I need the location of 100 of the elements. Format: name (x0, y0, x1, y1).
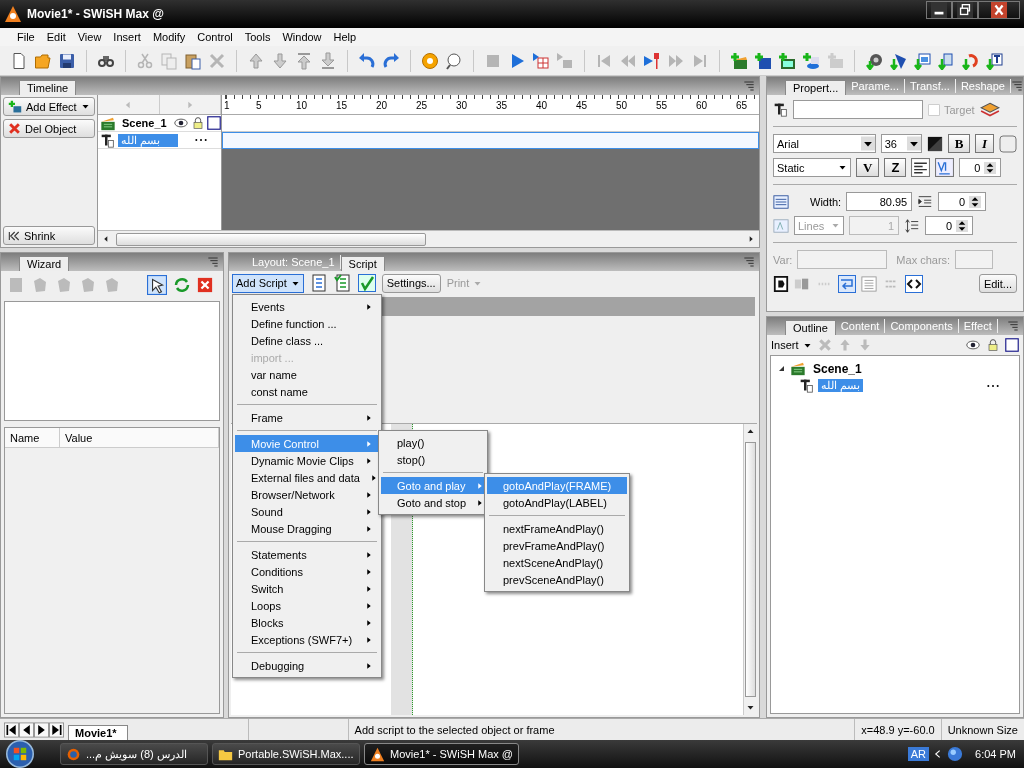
arrow-up-icon[interactable] (746, 427, 755, 436)
script-list-icon[interactable] (309, 274, 328, 292)
add-script-dropdown[interactable]: Add Script (232, 273, 304, 293)
square-icon[interactable] (207, 116, 221, 130)
arrow-top-icon[interactable] (295, 51, 313, 70)
add-scene-icon[interactable] (730, 51, 748, 70)
menu-item[interactable]: nextSceneAndPlay() (487, 554, 627, 571)
menu-item[interactable]: Exceptions (SWF7+) (235, 631, 379, 648)
menu-item[interactable]: Control (192, 31, 238, 43)
import-animation-icon[interactable] (937, 51, 955, 70)
add-button-icon[interactable] (802, 51, 820, 70)
edit-button[interactable]: Edit... (978, 274, 1017, 293)
tree-item[interactable]: Scene_1 (810, 361, 865, 376)
menu-item[interactable]: Insert (108, 31, 146, 43)
save-icon[interactable] (58, 51, 76, 70)
layer-name[interactable]: Scene_1 (119, 117, 170, 129)
lock-icon[interactable] (192, 116, 204, 130)
menu-item[interactable]: File (12, 31, 40, 43)
width-icon[interactable] (773, 193, 789, 210)
z-button[interactable]: Z (884, 158, 907, 177)
panel-menu-icon[interactable] (1010, 80, 1023, 92)
v-button[interactable]: V (856, 158, 880, 177)
menu-item[interactable]: Switch (235, 580, 379, 597)
menu-item[interactable]: Sound (235, 503, 379, 520)
align-left-icon[interactable] (911, 158, 931, 177)
play-marker-icon[interactable] (643, 51, 661, 70)
bold-button[interactable]: B (947, 134, 970, 153)
panel-menu-icon[interactable] (743, 256, 755, 268)
menu-item[interactable]: Frame (235, 409, 379, 426)
menu-item[interactable]: Help (328, 31, 362, 43)
max-chars-field[interactable] (955, 250, 994, 269)
menu-item[interactable]: Browser/Network (235, 486, 379, 503)
import-video-icon[interactable] (889, 51, 907, 70)
menu-item[interactable]: var name (235, 366, 379, 383)
paste-icon[interactable] (184, 51, 202, 70)
scene-tab[interactable]: Movie1* (68, 725, 128, 740)
menu-item[interactable]: Goto and stop (381, 494, 485, 511)
panel-menu-icon[interactable] (1007, 320, 1019, 332)
add-effect-button[interactable]: Add Effect (3, 97, 95, 116)
expanded-triangle-icon[interactable] (777, 364, 786, 373)
menu-item[interactable]: Edit (41, 31, 71, 43)
settings-button[interactable]: Settings... (381, 273, 441, 293)
kerning-spinner[interactable]: 0 (959, 158, 1002, 177)
menu-item[interactable]: play() (381, 434, 485, 451)
refresh-icon[interactable] (173, 276, 191, 294)
menu-item[interactable]: External files and data (235, 469, 379, 486)
menu-item[interactable]: Statements (235, 546, 379, 563)
text-type-dropdown[interactable]: Static (773, 158, 851, 177)
arrow-down-icon[interactable] (746, 703, 755, 712)
menu-item[interactable]: Define class ... (235, 332, 379, 349)
menu-item[interactable]: Window (277, 31, 327, 43)
last-icon[interactable] (49, 721, 64, 738)
checkmark-icon[interactable] (357, 274, 376, 292)
import-swf-icon[interactable] (961, 51, 979, 70)
language-indicator[interactable]: AR (907, 747, 930, 761)
play-grid-icon[interactable] (532, 51, 550, 70)
arrow-left-icon[interactable] (102, 234, 110, 244)
taskbar-button[interactable]: Movie1* - SWiSH Max @ (364, 743, 520, 765)
add-sprite-icon[interactable] (754, 51, 772, 70)
help-pointer-icon[interactable] (445, 51, 463, 70)
script-check-list-icon[interactable] (333, 274, 352, 292)
taskbar-button[interactable]: Portable.SWiSH.Max.... (212, 743, 360, 765)
horizontal-scrollbar[interactable] (98, 230, 759, 247)
menu-item[interactable]: Events (235, 298, 379, 315)
lock-icon[interactable] (987, 338, 999, 352)
import-text-icon[interactable] (985, 51, 1003, 70)
menu-item[interactable]: Modify (147, 31, 191, 43)
vertical-scrollbar[interactable] (743, 424, 757, 715)
font-dropdown[interactable]: Arial (773, 134, 876, 153)
scroll-thumb[interactable] (745, 442, 756, 697)
previous-icon[interactable] (19, 721, 34, 738)
menu-item[interactable]: stop() (381, 451, 485, 468)
new-document-icon[interactable] (10, 51, 28, 70)
del-object-button[interactable]: Del Object (3, 119, 95, 138)
arrow-right-icon[interactable] (747, 234, 755, 244)
menu-item[interactable]: const name (235, 383, 379, 400)
restore-icon[interactable] (952, 1, 978, 19)
minimize-icon[interactable] (926, 1, 952, 19)
insert-dropdown[interactable]: Insert (771, 339, 812, 351)
shrink-button[interactable]: Shrink (3, 226, 95, 245)
help-icon[interactable] (421, 51, 439, 70)
panel-menu-icon[interactable] (207, 256, 219, 268)
italic-button[interactable]: I (975, 134, 994, 153)
first-icon[interactable] (4, 721, 19, 738)
menu-item[interactable]: Loops (235, 597, 379, 614)
menu-item[interactable]: Tools (239, 31, 276, 43)
square-icon[interactable] (1005, 338, 1019, 352)
menu-item[interactable]: Blocks (235, 614, 379, 631)
import-sound-icon[interactable] (865, 51, 883, 70)
redo-icon[interactable] (382, 51, 400, 70)
panel-tab[interactable]: Propert... (785, 80, 847, 95)
menu-item[interactable]: Mouse Dragging (235, 520, 379, 537)
menu-item[interactable]: Debugging (235, 657, 379, 674)
dropdown-square-icon[interactable] (999, 134, 1017, 153)
kerning-icon[interactable] (935, 158, 955, 177)
pointer-select-icon[interactable] (147, 275, 167, 295)
arrow-bottom-icon[interactable] (319, 51, 337, 70)
globe-icon[interactable] (947, 746, 964, 762)
menu-item[interactable]: nextFrameAndPlay() (487, 520, 627, 537)
panel-tab[interactable]: Wizard (19, 256, 70, 271)
